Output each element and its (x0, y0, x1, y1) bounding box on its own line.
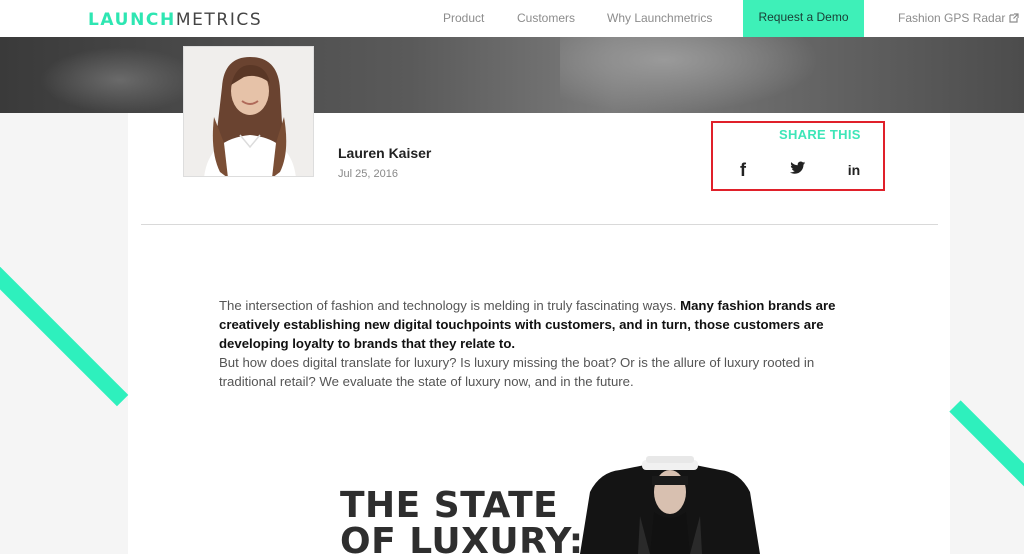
hero-shape (40, 47, 200, 113)
hero-banner (0, 37, 1024, 113)
nav-fashion-gps-radar-label: Fashion GPS Radar (898, 11, 1006, 25)
hero-highlight (560, 37, 820, 113)
publish-date: Jul 25, 2016 (338, 168, 398, 180)
infographic-title-line1: THE STATE (340, 485, 559, 526)
page: LAUNCHMETRICS Product Customers Why Laun… (0, 0, 1024, 554)
twitter-share-button[interactable] (789, 161, 807, 179)
author-avatar (183, 46, 314, 177)
linkedin-icon: in (847, 162, 861, 178)
nav-product[interactable]: Product (443, 11, 484, 25)
decorative-stripe-left (0, 232, 129, 407)
logo-text-main: METRICS (175, 10, 263, 30)
author-name[interactable]: Lauren Kaiser (338, 145, 431, 161)
external-link-icon (1009, 13, 1019, 23)
nav-why-launchmetrics[interactable]: Why Launchmetrics (607, 11, 712, 25)
request-demo-button[interactable]: Request a Demo (743, 0, 864, 37)
share-title: SHARE THIS (779, 127, 861, 142)
linkedin-share-button[interactable]: in (845, 161, 863, 179)
infographic-model-image (580, 456, 760, 554)
section-divider (141, 224, 938, 225)
logo-text-accent: LAUNCH (88, 10, 176, 30)
facebook-share-button[interactable]: f (734, 161, 752, 179)
facebook-icon: f (740, 160, 746, 180)
launchmetrics-logo[interactable]: LAUNCHMETRICS (88, 10, 262, 30)
nav-customers[interactable]: Customers (517, 11, 575, 25)
infographic-title: THE STATE OF LUXURY: (340, 488, 584, 554)
decorative-stripe-right (949, 400, 1024, 518)
nav-fashion-gps-radar[interactable]: Fashion GPS Radar (898, 11, 1019, 25)
article-body: The intersection of fashion and technolo… (219, 296, 861, 391)
article-paragraph-1: The intersection of fashion and technolo… (219, 296, 861, 353)
share-box: SHARE THIS f in (711, 121, 885, 191)
article-intro: The intersection of fashion and technolo… (219, 298, 681, 313)
twitter-icon (790, 161, 806, 174)
article-paragraph-2: But how does digital translate for luxur… (219, 355, 815, 389)
top-navigation: LAUNCHMETRICS Product Customers Why Laun… (0, 0, 1024, 37)
infographic-title-line2: OF LUXURY: (340, 521, 584, 554)
author-photo (184, 47, 313, 176)
